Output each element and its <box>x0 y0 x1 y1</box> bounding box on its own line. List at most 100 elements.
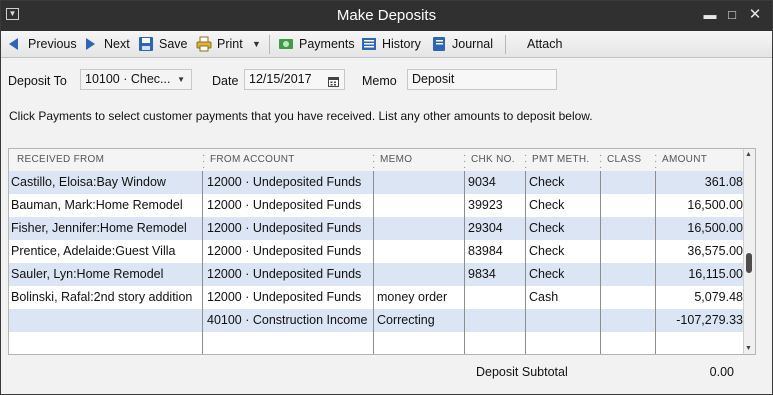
column-resize-handle[interactable]: · · · <box>654 151 657 173</box>
attach-button[interactable]: Attach <box>527 34 562 54</box>
scroll-up-icon[interactable]: ▲ <box>745 151 752 158</box>
column-resize-handle[interactable]: · · · <box>372 151 375 173</box>
cell-class[interactable] <box>604 309 652 332</box>
cell-received-from[interactable]: Sauler, Lyn:Home Remodel <box>11 263 197 286</box>
cell-class[interactable] <box>604 171 652 194</box>
payments-button[interactable]: Payments <box>278 34 355 54</box>
calendar-icon[interactable] <box>328 74 339 87</box>
deposit-subtotal-label: Deposit Subtotal <box>476 365 568 379</box>
cell-amount[interactable]: 361.08 <box>659 171 743 194</box>
save-button[interactable]: Save <box>138 34 188 54</box>
cell-received-from[interactable]: Fisher, Jennifer:Home Remodel <box>11 217 197 240</box>
cell-amount[interactable]: 36,575.00 <box>659 240 743 263</box>
journal-button[interactable]: Journal <box>431 34 493 54</box>
cell-memo[interactable] <box>377 263 461 286</box>
cell-pmt-meth[interactable]: Check <box>529 217 597 240</box>
cell-chk-no[interactable]: 39923 <box>468 194 522 217</box>
cell-class[interactable] <box>604 217 652 240</box>
cell-received-from[interactable]: Bauman, Mark:Home Remodel <box>11 194 197 217</box>
cell-from-account[interactable]: 12000 · Undeposited Funds <box>207 286 369 309</box>
cell-memo[interactable] <box>377 194 461 217</box>
next-button[interactable]: Next <box>83 34 130 54</box>
cell-from-account[interactable]: 12000 · Undeposited Funds <box>207 217 369 240</box>
cell-amount[interactable]: 16,500.00 <box>659 217 743 240</box>
cell-pmt-meth[interactable] <box>529 309 597 332</box>
cell-class[interactable] <box>604 286 652 309</box>
cell-pmt-meth[interactable]: Check <box>529 194 597 217</box>
column-resize-handle[interactable]: · · · <box>599 151 602 173</box>
maximize-icon[interactable]: □ <box>723 7 741 23</box>
table-row[interactable]: Castillo, Eloisa:Bay Window 12000 · Undep… <box>9 171 745 194</box>
cell-memo[interactable] <box>377 240 461 263</box>
cell-memo[interactable]: money order <box>377 286 461 309</box>
cell-from-account[interactable]: 12000 · Undeposited Funds <box>207 194 369 217</box>
col-header-pmt-meth[interactable]: PMT METH. <box>532 154 590 165</box>
history-label: History <box>382 37 421 51</box>
cell-class[interactable] <box>604 263 652 286</box>
deposit-to-label: Deposit To <box>8 74 67 88</box>
column-resize-handle[interactable]: · · · <box>463 151 466 173</box>
table-row[interactable]: 40100 · Construction Income Correcting -10… <box>9 309 745 332</box>
title-bar: ▼ Make Deposits ▬ □ ✕ <box>1 1 772 31</box>
scroll-down-icon[interactable]: ▼ <box>745 345 752 352</box>
previous-button[interactable]: Previous <box>7 34 77 54</box>
cell-class[interactable] <box>604 240 652 263</box>
column-divider <box>600 171 601 354</box>
cell-from-account[interactable]: 12000 · Undeposited Funds <box>207 263 369 286</box>
cell-received-from[interactable] <box>11 309 197 332</box>
col-header-amount[interactable]: AMOUNT <box>662 154 707 165</box>
column-resize-handle[interactable]: · · · <box>524 151 527 173</box>
table-row[interactable]: Sauler, Lyn:Home Remodel 12000 · Undeposi… <box>9 263 745 286</box>
cell-chk-no[interactable]: 29304 <box>468 217 522 240</box>
cell-memo[interactable]: Correcting <box>377 309 461 332</box>
cell-from-account[interactable]: 12000 · Undeposited Funds <box>207 240 369 263</box>
cell-chk-no[interactable]: 9834 <box>468 263 522 286</box>
cell-amount[interactable]: -107,279.33 <box>659 309 743 332</box>
memo-field[interactable]: Deposit <box>407 69 557 90</box>
cell-received-from[interactable]: Prentice, Adelaide:Guest Villa <box>11 240 197 263</box>
close-icon[interactable]: ✕ <box>746 7 764 23</box>
col-header-memo[interactable]: MEMO <box>380 154 412 165</box>
table-row[interactable]: Fisher, Jennifer:Home Remodel 12000 · Und… <box>9 217 745 240</box>
journal-icon <box>431 36 447 52</box>
date-value: 12/15/2017 <box>249 72 312 86</box>
deposit-to-value: 10100 · Chec... <box>85 72 171 86</box>
cell-from-account[interactable]: 40100 · Construction Income <box>207 309 369 332</box>
cell-class[interactable] <box>604 194 652 217</box>
cell-amount[interactable]: 5,079.48 <box>659 286 743 309</box>
print-button[interactable]: Print <box>196 34 243 54</box>
cell-amount[interactable]: 16,500.00 <box>659 194 743 217</box>
deposit-grid: RECEIVED FROM · · · FROM ACCOUNT · · · MEMO … <box>8 148 756 355</box>
table-row[interactable]: Bolinski, Rafal:2nd story addition 12000 … <box>9 286 745 309</box>
deposit-to-select[interactable]: 10100 · Chec... ▼ <box>80 69 192 90</box>
cell-pmt-meth[interactable]: Check <box>529 263 597 286</box>
vertical-scrollbar[interactable]: ▲ ▼ <box>743 149 755 354</box>
scrollbar-thumb[interactable] <box>746 253 752 273</box>
cell-chk-no[interactable] <box>468 309 522 332</box>
cell-memo[interactable] <box>377 217 461 240</box>
cell-from-account[interactable]: 12000 · Undeposited Funds <box>207 171 369 194</box>
table-row[interactable]: Prentice, Adelaide:Guest Villa 12000 · Un… <box>9 240 745 263</box>
cell-chk-no[interactable] <box>468 286 522 309</box>
cell-pmt-meth[interactable]: Cash <box>529 286 597 309</box>
grid-header: RECEIVED FROM · · · FROM ACCOUNT · · · MEMO … <box>9 149 745 173</box>
cell-amount[interactable]: 16,115.00 <box>659 263 743 286</box>
column-resize-handle[interactable]: · · · <box>202 151 205 173</box>
history-button[interactable]: History <box>361 34 421 54</box>
cell-chk-no[interactable]: 83984 <box>468 240 522 263</box>
col-header-class[interactable]: CLASS <box>607 154 641 165</box>
cell-memo[interactable] <box>377 171 461 194</box>
table-row[interactable] <box>9 332 745 354</box>
cell-received-from[interactable]: Bolinski, Rafal:2nd story addition <box>11 286 197 309</box>
cell-pmt-meth[interactable]: Check <box>529 171 597 194</box>
minimize-icon[interactable]: ▬ <box>701 7 719 23</box>
col-header-received-from[interactable]: RECEIVED FROM <box>17 154 104 165</box>
print-dropdown-chevron-down-icon[interactable]: ▼ <box>252 34 261 54</box>
cell-chk-no[interactable]: 9034 <box>468 171 522 194</box>
col-header-chk-no[interactable]: CHK NO. <box>471 154 515 165</box>
cell-pmt-meth[interactable]: Check <box>529 240 597 263</box>
col-header-from-account[interactable]: FROM ACCOUNT <box>210 154 295 165</box>
table-row[interactable]: Bauman, Mark:Home Remodel 12000 · Undepos… <box>9 194 745 217</box>
date-field[interactable]: 12/15/2017 <box>244 69 345 90</box>
cell-received-from[interactable]: Castillo, Eloisa:Bay Window <box>11 171 197 194</box>
